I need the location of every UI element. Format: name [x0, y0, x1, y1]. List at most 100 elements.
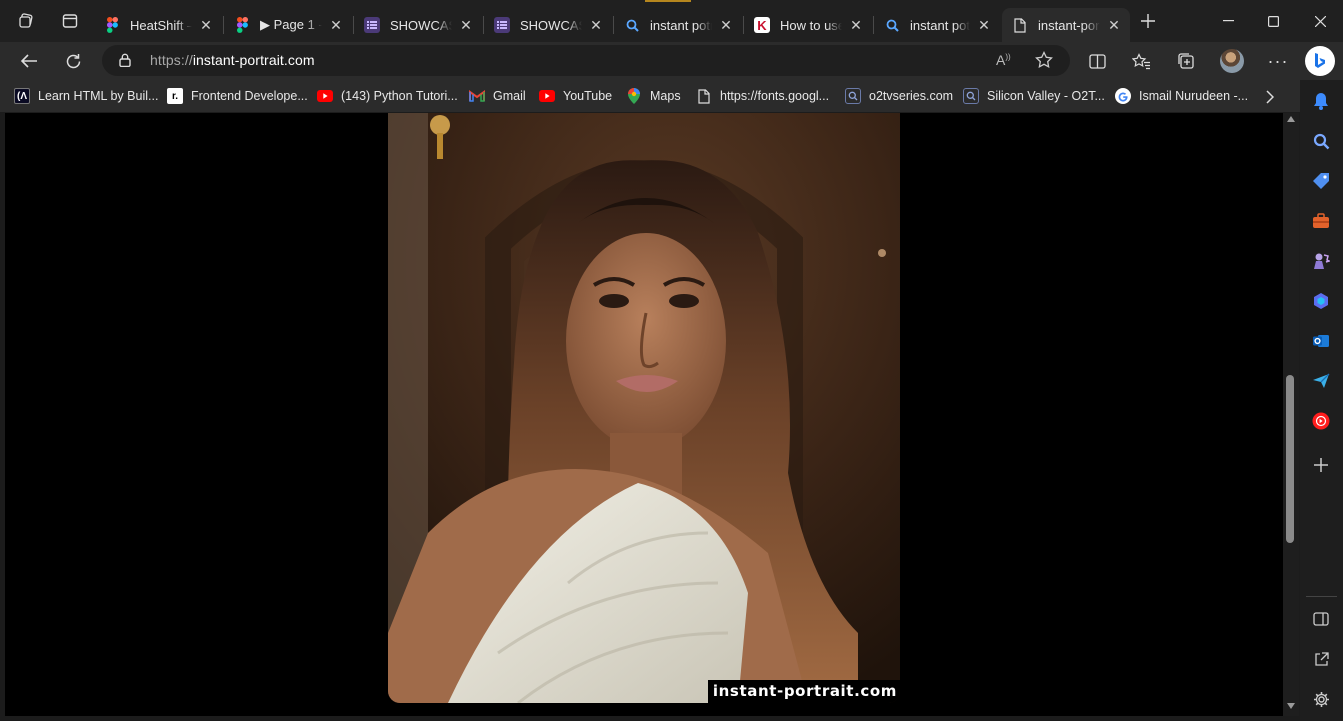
gmail-icon [469, 88, 485, 104]
close-icon[interactable]: ✕ [328, 17, 344, 33]
bookmark-item[interactable]: Ismail Nurudeen -... [1115, 86, 1248, 106]
scroll-up-arrow-icon[interactable] [1287, 116, 1295, 122]
tab-bar: HeatShift – F ✕ ▶ Page 1 - F ✕ SHOWCASE … [0, 0, 1343, 42]
chevron-right-icon [1266, 90, 1274, 104]
close-icon[interactable]: ✕ [1106, 17, 1122, 33]
sidebar-divider [1306, 596, 1337, 597]
bookmark-item[interactable]: YouTube [539, 86, 612, 106]
workspaces-button[interactable] [4, 0, 48, 42]
sidebar-settings-button[interactable] [1310, 688, 1332, 710]
drop-button[interactable] [1310, 370, 1332, 392]
tab-8-active[interactable]: instant-port ✕ [1002, 8, 1130, 42]
notifications-button[interactable] [1310, 90, 1332, 112]
close-icon[interactable]: ✕ [198, 17, 214, 33]
tab-title: How to use [780, 17, 842, 33]
page-content: instant-portrait.com [5, 113, 1283, 716]
tab-7[interactable]: instant potra ✕ [874, 8, 1000, 42]
address-bar[interactable]: https://instant-portrait.com A)) [102, 45, 1070, 76]
microsoft-365-button[interactable] [1310, 290, 1332, 312]
tools-button[interactable] [1310, 210, 1332, 232]
tab-6[interactable]: K How to use ✕ [744, 8, 872, 42]
toolbar: https://instant-portrait.com A)) ··· [0, 42, 1343, 80]
bookmark-label: Gmail [493, 89, 526, 103]
scrollbar-thumb[interactable] [1286, 375, 1294, 543]
close-window-button[interactable] [1297, 0, 1343, 42]
bookmarks-overflow-button[interactable] [1266, 87, 1274, 107]
close-icon[interactable]: ✕ [976, 17, 992, 33]
read-aloud-icon[interactable]: A)) [996, 52, 1011, 68]
list-icon [364, 17, 380, 33]
url-host: instant-portrait.com [192, 52, 315, 68]
minimize-button[interactable] [1205, 0, 1251, 42]
figma-icon [104, 17, 120, 33]
tab-title: SHOWCASE [390, 17, 452, 33]
collections-icon [1178, 53, 1194, 69]
close-icon[interactable]: ✕ [458, 17, 474, 33]
refresh-icon [66, 53, 80, 68]
youtube-sidebar-button[interactable] [1310, 410, 1332, 432]
avatar [1220, 49, 1244, 73]
paper-plane-icon [1313, 373, 1330, 388]
bookmark-item[interactable]: Gmail [469, 86, 526, 106]
maps-pin-icon [626, 88, 642, 104]
close-icon[interactable]: ✕ [718, 17, 734, 33]
outlook-button[interactable] [1310, 330, 1332, 352]
tab-1[interactable]: HeatShift – F ✕ [94, 8, 222, 42]
shopping-button[interactable] [1310, 170, 1332, 192]
close-icon[interactable]: ✕ [588, 17, 604, 33]
portrait-illustration [388, 113, 900, 703]
tab-2[interactable]: ▶ Page 1 - F ✕ [224, 8, 352, 42]
youtube-icon [539, 88, 555, 104]
google-icon [1115, 88, 1131, 104]
split-screen-button[interactable] [1081, 45, 1113, 77]
external-link-button[interactable] [1310, 648, 1332, 670]
tab-3[interactable]: SHOWCASE ✕ [354, 8, 482, 42]
tab-title: instant potra [910, 17, 970, 33]
toolbox-icon [1313, 213, 1329, 228]
tab-5[interactable]: instant potra ✕ [614, 8, 742, 42]
bookmark-item[interactable]: (143) Python Tutori... [317, 86, 458, 106]
tab-4[interactable]: SHOWCASE ✕ [484, 8, 612, 42]
lock-icon[interactable] [119, 53, 131, 70]
plus-icon [1314, 458, 1328, 472]
tab-actions-button[interactable] [48, 0, 92, 42]
bookmark-item[interactable]: Silicon Valley - O2T... [963, 86, 1105, 106]
sidebar-panel-icon [1313, 612, 1329, 626]
tab-actions-icon [62, 14, 78, 28]
bing-copilot-button[interactable] [1303, 44, 1337, 78]
bookmark-label: Learn HTML by Buil... [38, 89, 159, 103]
top-indicator [645, 0, 691, 2]
bookmark-label: Silicon Valley - O2T... [987, 89, 1105, 103]
external-link-icon [1314, 651, 1329, 666]
collections-button[interactable] [1170, 45, 1202, 77]
bing-icon [1305, 46, 1335, 76]
bookmark-label: https://fonts.googl... [720, 89, 830, 103]
bookmarks-bar: (Λ Learn HTML by Buil... r. Frontend Dev… [0, 80, 1300, 112]
bookmark-item[interactable]: (Λ Learn HTML by Buil... [14, 86, 158, 106]
bookmark-label: YouTube [563, 89, 613, 103]
bookmark-item[interactable]: o2tvseries.com [845, 86, 953, 106]
vertical-scrollbar[interactable] [1283, 113, 1299, 716]
favorites-button[interactable] [1125, 45, 1157, 77]
back-button[interactable] [13, 45, 45, 77]
bookmark-item[interactable]: r. Frontend Develope... [167, 86, 308, 106]
refresh-button[interactable] [57, 45, 89, 77]
bookmark-item[interactable]: https://fonts.googl... [696, 86, 829, 106]
search-sidebar-button[interactable] [1310, 130, 1332, 152]
url-text[interactable]: https://instant-portrait.com [150, 52, 315, 68]
tab-title: ▶ Page 1 - F [260, 17, 322, 32]
scroll-down-arrow-icon[interactable] [1287, 703, 1295, 709]
close-icon[interactable]: ✕ [848, 17, 864, 33]
games-button[interactable] [1310, 250, 1332, 272]
profile-button[interactable] [1216, 45, 1248, 77]
add-sidebar-app-button[interactable] [1310, 454, 1332, 476]
workspaces-icon [19, 13, 33, 28]
settings-more-button[interactable]: ··· [1262, 45, 1294, 77]
page-icon [1012, 17, 1028, 33]
maximize-button[interactable] [1250, 0, 1296, 42]
bookmark-item[interactable]: Maps [626, 86, 681, 106]
new-tab-button[interactable] [1132, 0, 1164, 42]
hide-sidebar-button[interactable] [1310, 608, 1332, 630]
k-logo-icon: K [754, 17, 770, 33]
favorite-star-icon[interactable] [1035, 50, 1053, 72]
